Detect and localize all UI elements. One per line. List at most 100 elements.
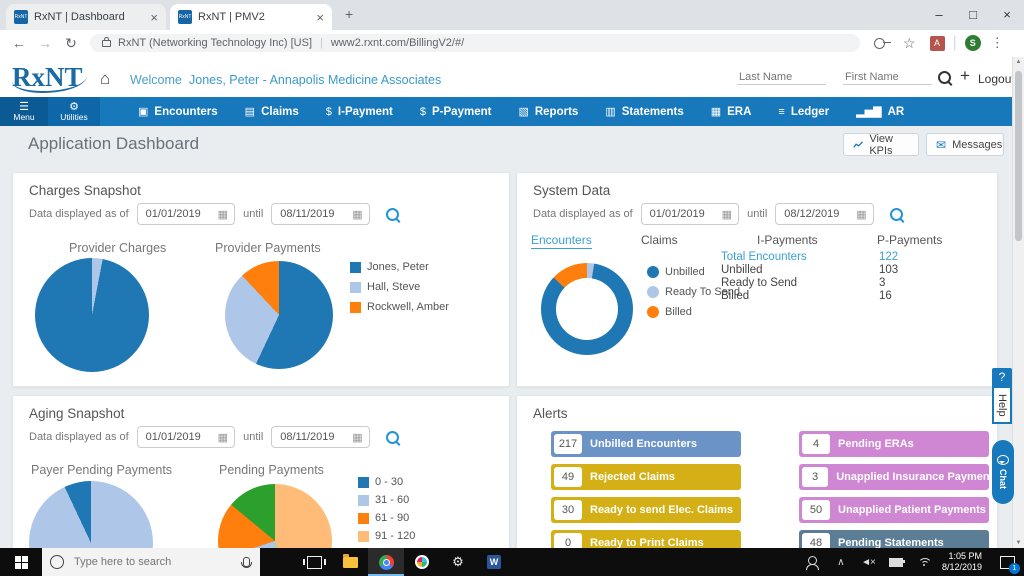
browser-menu-icon[interactable]: ⋮ <box>991 35 1004 51</box>
chrome-button[interactable] <box>368 548 404 576</box>
nav-era[interactable]: ▦ERA <box>711 105 752 118</box>
tab-p-payments[interactable]: P-Payments <box>877 233 942 247</box>
volume-button[interactable]: ◄× <box>854 548 882 576</box>
profile-avatar[interactable]: S <box>965 35 981 51</box>
help-tab[interactable]: Help <box>992 386 1012 424</box>
alert-pending-eras[interactable]: 4 Pending ERAs <box>799 431 989 457</box>
alert-unapplied-insurance[interactable]: 3 Unapplied Insurance Payments <box>799 464 989 490</box>
first-name-input[interactable] <box>843 70 932 85</box>
maximize-icon[interactable]: □ <box>956 7 990 22</box>
address-bar[interactable]: RxNT (Networking Technology Inc) [US] | … <box>90 34 860 52</box>
date-to-picker[interactable]: ▦ <box>775 203 873 225</box>
date-from-picker[interactable]: ▦ <box>137 426 235 448</box>
last-name-input[interactable] <box>737 70 826 85</box>
taskbar-search[interactable] <box>42 548 260 576</box>
reports-icon: ▧ <box>518 105 528 118</box>
alert-ready-send-claims[interactable]: 30 Ready to send Elec. Claims <box>551 497 741 523</box>
search-icon[interactable] <box>386 208 399 221</box>
search-icon[interactable] <box>890 208 903 221</box>
nav-ledger[interactable]: ≡Ledger <box>778 106 829 118</box>
people-button[interactable] <box>798 548 828 576</box>
nav-claims[interactable]: ▤Claims <box>245 105 299 118</box>
calendar-icon[interactable]: ▦ <box>722 208 732 221</box>
date-from-input[interactable] <box>144 430 210 444</box>
key-icon[interactable] <box>874 38 885 49</box>
calendar-icon[interactable]: ▦ <box>218 208 228 221</box>
tab-i-payments[interactable]: I-Payments <box>757 233 818 247</box>
reload-icon[interactable]: ↻ <box>58 35 84 52</box>
date-from-picker[interactable]: ▦ <box>137 203 235 225</box>
date-label: Data displayed as of <box>533 208 633 220</box>
stat-total-encounters-value[interactable]: 122 <box>879 251 898 263</box>
forward-icon[interactable]: → <box>32 35 58 51</box>
calendar-icon[interactable]: ▦ <box>856 208 866 221</box>
logout-button[interactable]: Logout <box>978 72 1015 86</box>
bookmark-star-icon[interactable]: ☆ <box>903 35 916 52</box>
nav-reports[interactable]: ▧Reports <box>518 105 578 118</box>
nav-i-payment[interactable]: $I-Payment <box>326 106 393 118</box>
scrollbar-thumb[interactable] <box>1015 71 1022 241</box>
legend-swatch <box>358 477 369 488</box>
date-to-input[interactable] <box>278 430 344 444</box>
close-icon[interactable]: × <box>990 7 1024 22</box>
minimize-icon[interactable]: – <box>922 7 956 22</box>
tab-close-icon[interactable]: × <box>150 10 158 25</box>
date-to-input[interactable] <box>278 207 344 221</box>
start-button[interactable] <box>0 548 42 576</box>
pdf-extension-icon[interactable]: A <box>930 36 945 51</box>
calendar-icon[interactable]: ▦ <box>352 431 362 444</box>
nav-encounters[interactable]: ▣Encounters <box>138 105 218 118</box>
battery-button[interactable] <box>882 548 910 576</box>
home-icon[interactable]: ⌂ <box>100 69 110 89</box>
nav-statements[interactable]: ▥Statements <box>605 105 683 118</box>
new-tab-button[interactable]: + <box>345 6 353 22</box>
rxnt-logo[interactable]: RxNT <box>12 64 87 93</box>
date-from-picker[interactable]: ▦ <box>641 203 739 225</box>
date-label: Data displayed as of <box>29 208 129 220</box>
slack-button[interactable] <box>404 548 440 576</box>
scroll-down-icon[interactable]: ▼ <box>1013 540 1024 546</box>
alert-unapplied-patient[interactable]: 50 Unapplied Patient Payments <box>799 497 989 523</box>
network-button[interactable] <box>910 548 938 576</box>
stat-total-encounters-label[interactable]: Total Encounters <box>721 251 807 263</box>
tray-expand-button[interactable]: ∧ <box>828 548 854 576</box>
word-button[interactable]: W <box>476 548 512 576</box>
taskbar-search-input[interactable] <box>72 555 235 569</box>
help-question-icon[interactable]: ? <box>992 368 1012 386</box>
date-from-input[interactable] <box>648 207 714 221</box>
back-icon[interactable]: ← <box>6 35 32 51</box>
nav-ar[interactable]: ▂▅▇AR <box>856 105 904 118</box>
view-kpis-button[interactable]: View KPIs <box>843 133 919 156</box>
search-icon[interactable] <box>386 431 399 444</box>
date-to-picker[interactable]: ▦ <box>271 203 369 225</box>
tab-close-icon[interactable]: × <box>316 10 324 25</box>
date-to-input[interactable] <box>782 207 848 221</box>
patient-search-icon[interactable] <box>938 71 951 84</box>
tab-encounters[interactable]: Encounters <box>531 233 592 249</box>
date-to-picker[interactable]: ▦ <box>271 426 369 448</box>
calendar-icon[interactable]: ▦ <box>218 431 228 444</box>
browser-tab-pmv2[interactable]: RxNT RxNT | PMV2 × <box>170 4 332 30</box>
nav-menu[interactable]: ☰ Menu <box>0 97 48 126</box>
settings-button[interactable]: ⚙ <box>440 548 476 576</box>
nav-label: Ledger <box>791 106 829 118</box>
taskbar-clock[interactable]: 1:05 PM 8/12/2019 <box>942 551 982 573</box>
alert-count: 217 <box>554 434 582 454</box>
add-patient-icon[interactable]: + <box>960 66 970 86</box>
messages-button[interactable]: ✉ Messages <box>926 133 1004 156</box>
alert-unbilled-encounters[interactable]: 217 Unbilled Encounters <box>551 431 741 457</box>
action-center-button[interactable]: 1 <box>990 548 1024 576</box>
tab-claims[interactable]: Claims <box>641 233 678 247</box>
chat-button[interactable]: Chat <box>992 440 1014 504</box>
task-view-button[interactable] <box>296 548 332 576</box>
file-explorer-button[interactable] <box>332 548 368 576</box>
browser-tab-dashboard[interactable]: RxNT RxNT | Dashboard × <box>6 4 166 30</box>
nav-p-payment[interactable]: $P-Payment <box>420 106 492 118</box>
account-link[interactable]: Jones, Peter - Annapolis Medicine Associ… <box>189 73 441 87</box>
alert-rejected-claims[interactable]: 49 Rejected Claims <box>551 464 741 490</box>
date-from-input[interactable] <box>144 207 210 221</box>
microphone-icon[interactable] <box>243 557 250 567</box>
scroll-up-icon[interactable]: ▲ <box>1013 59 1024 65</box>
nav-utilities[interactable]: ⚙ Utilities <box>48 97 100 126</box>
calendar-icon[interactable]: ▦ <box>352 208 362 221</box>
